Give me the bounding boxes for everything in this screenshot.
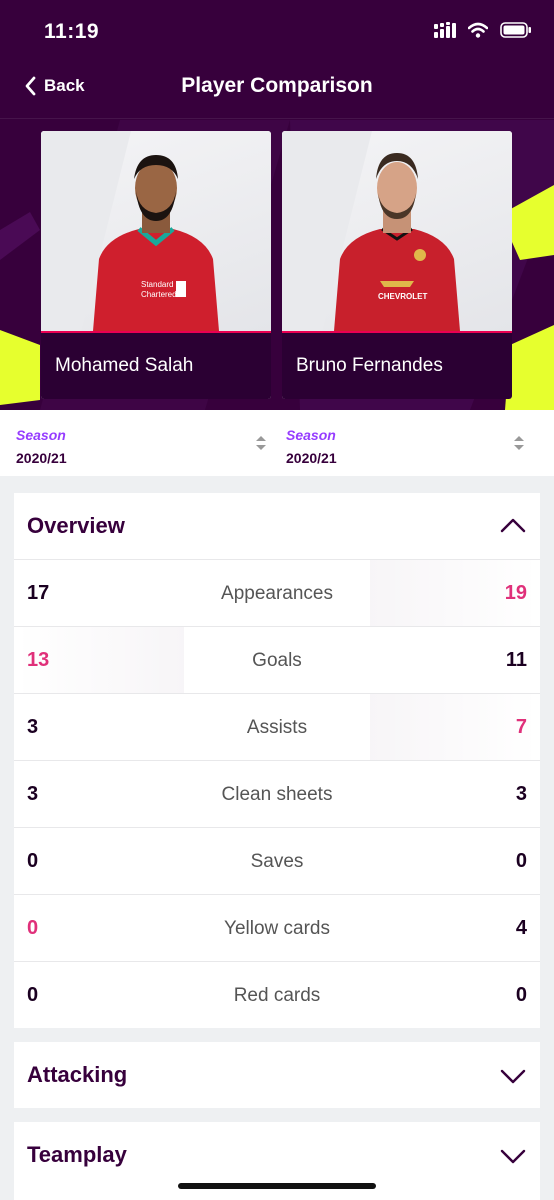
status-bar: 11:19 (0, 0, 554, 64)
header: 11:19 Back Player Comparison Standard Ch… (0, 0, 554, 410)
stat-value-right: 7 (515, 716, 527, 738)
stat-value-left: 3 (27, 716, 39, 738)
season-label-right: Season (286, 427, 336, 443)
stat-value-left: 3 (27, 783, 39, 805)
stat-value-right: 19 (504, 582, 527, 604)
battery-icon (500, 22, 531, 38)
sort-arrows-icon (514, 436, 524, 450)
player-name-bar-right: Bruno Fernandes (282, 331, 512, 399)
stat-label: Assists (246, 717, 308, 738)
stat-row: Assists 3 7 (14, 693, 540, 760)
stat-row: Clean sheets 3 3 (14, 760, 540, 827)
attacking-section[interactable]: Attacking (14, 1042, 540, 1108)
stat-value-left: 13 (27, 649, 50, 671)
stat-value-right: 0 (515, 984, 527, 1006)
status-icons (434, 22, 532, 38)
overview-title: Overview (27, 513, 125, 538)
page-title: Player Comparison (181, 74, 373, 97)
stat-value-right: 0 (515, 850, 527, 872)
player-name-right: Bruno Fernandes (296, 355, 443, 376)
teamplay-header[interactable]: Teamplay (14, 1122, 540, 1188)
stat-label: Clean sheets (221, 784, 333, 805)
stat-row: Saves 0 0 (14, 827, 540, 894)
wifi-icon (468, 22, 488, 38)
stat-row: Appearances 17 19 (14, 559, 540, 626)
stat-row: Yellow cards 0 4 (14, 894, 540, 961)
attacking-header[interactable]: Attacking (14, 1042, 540, 1108)
stat-value-left: 17 (27, 582, 50, 604)
home-indicator[interactable] (178, 1183, 376, 1189)
player-photo-left: Standard Chartered (41, 131, 271, 331)
chevron-down-icon (500, 1149, 526, 1164)
nav-bar: Back Player Comparison (0, 66, 554, 116)
svg-text:Standard: Standard (141, 280, 173, 289)
svg-text:CHEVROLET: CHEVROLET (378, 292, 427, 301)
player-card-left[interactable]: Standard Chartered Mohamed Salah (41, 131, 271, 399)
teamplay-title: Teamplay (27, 1142, 127, 1167)
stat-rows: Appearances 17 19 Goals 13 11 Assists 3 7 Clean s… (14, 559, 540, 1028)
player-name-left: Mohamed Salah (55, 355, 194, 376)
player-name-bar-left: Mohamed Salah (41, 331, 271, 399)
chevron-up-icon (500, 518, 526, 533)
status-time: 11:19 (44, 20, 100, 43)
stat-label: Saves (250, 851, 304, 872)
attacking-title: Attacking (27, 1062, 128, 1087)
stat-label: Goals (252, 650, 302, 671)
sort-arrows-icon (256, 436, 266, 450)
signal-icon (434, 22, 456, 38)
season-value-right: 2020/21 (286, 450, 337, 466)
chevron-down-icon (500, 1069, 526, 1084)
player-portrait-salah: Standard Chartered (41, 131, 219, 331)
header-divider (0, 118, 554, 119)
player-photo-right: CHEVROLET (282, 131, 512, 331)
player-card-right[interactable]: CHEVROLET Bruno Fernandes (282, 131, 512, 399)
stat-row: Red cards 0 0 (14, 961, 540, 1028)
stat-value-left: 0 (27, 850, 39, 872)
stat-value-left: 0 (27, 917, 39, 939)
stat-label: Red cards (233, 985, 321, 1006)
stat-value-left: 0 (27, 984, 39, 1006)
player-portrait-fernandes: CHEVROLET (282, 131, 460, 331)
stat-value-right: 3 (515, 783, 527, 805)
stat-value-right: 11 (505, 649, 527, 671)
season-value-left: 2020/21 (16, 450, 67, 466)
overview-header[interactable]: Overview (14, 493, 540, 559)
stat-value-right: 4 (515, 917, 527, 939)
stat-label: Appearances (221, 583, 333, 604)
season-bar: Season 2020/21 Season 2020/21 (0, 410, 554, 476)
stat-row: Goals 13 11 (14, 626, 540, 693)
season-picker-right[interactable]: Season 2020/21 (270, 410, 540, 476)
overview-section: Overview Appearances 17 19 Goals 13 11 Assists… (14, 493, 540, 1028)
season-picker-left[interactable]: Season 2020/21 (0, 410, 270, 476)
stat-label: Yellow cards (224, 918, 330, 939)
svg-text:Chartered: Chartered (141, 290, 177, 299)
season-label-left: Season (16, 427, 66, 443)
